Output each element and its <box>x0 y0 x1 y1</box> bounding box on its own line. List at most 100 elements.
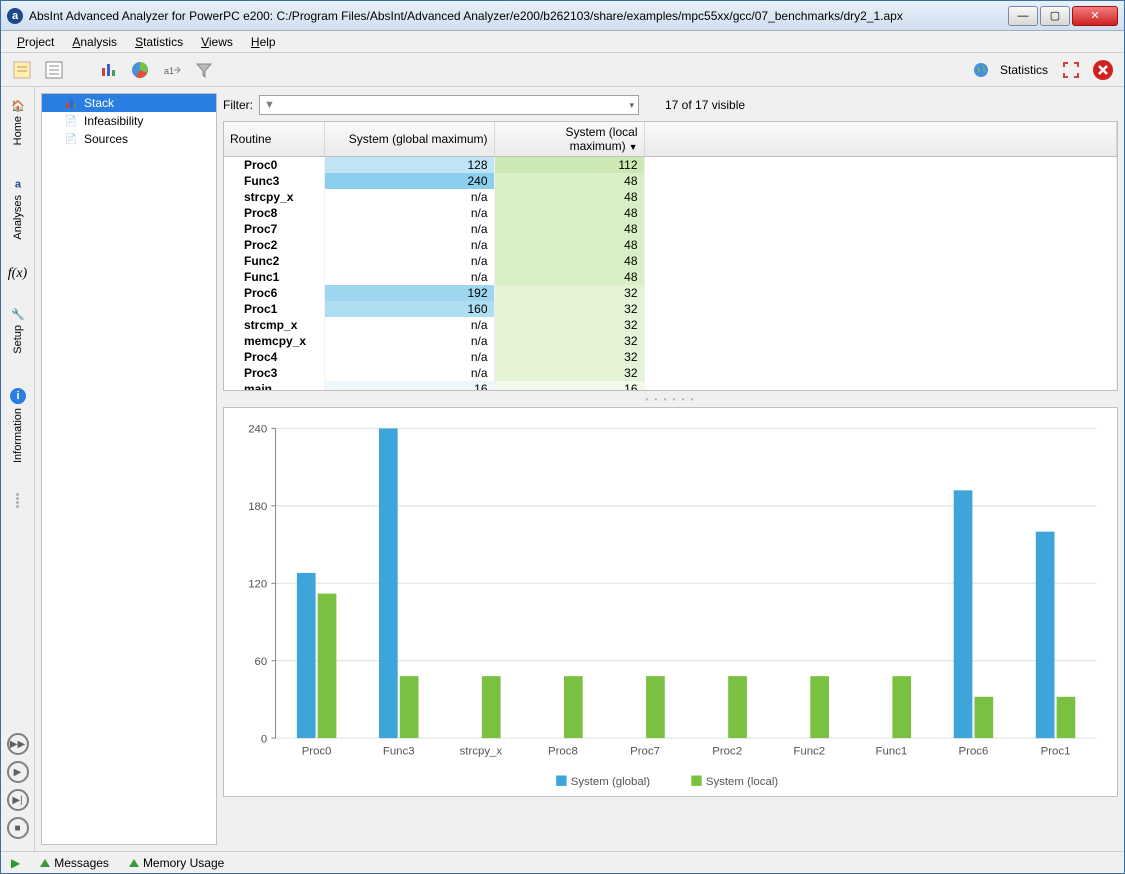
tree-item-stack[interactable]: Stack <box>42 94 216 112</box>
table-row[interactable]: Func2n/a48 <box>224 253 1117 269</box>
funnel-icon: ▼ <box>264 99 275 111</box>
filter-input[interactable] <box>279 98 630 112</box>
table-row[interactable]: Proc2n/a48 <box>224 237 1117 253</box>
cell-routine: Proc1 <box>224 301 324 317</box>
svg-text:Proc6: Proc6 <box>959 746 989 758</box>
toolbar-close-icon[interactable] <box>1090 57 1116 83</box>
cell-routine: Proc2 <box>224 237 324 253</box>
filter-combo[interactable]: ▼ ▾ <box>259 95 639 115</box>
table-row[interactable]: main1616 <box>224 381 1117 391</box>
col-global[interactable]: System (global maximum) <box>324 122 494 157</box>
triangle-icon <box>40 859 50 867</box>
cell-local: 32 <box>494 301 644 317</box>
visible-count: 17 of 17 visible <box>665 98 745 112</box>
cell-global: 192 <box>324 285 494 301</box>
cell-global: n/a <box>324 253 494 269</box>
tree-label: Stack <box>84 96 114 110</box>
table-row[interactable]: Proc3n/a32 <box>224 365 1117 381</box>
chevron-down-icon[interactable]: ▾ <box>629 100 634 111</box>
menu-analysis[interactable]: Analysis <box>64 33 125 51</box>
svg-text:0: 0 <box>261 733 267 745</box>
play-button[interactable]: ▶ <box>7 761 29 783</box>
run-icon[interactable]: ▶ <box>11 856 20 870</box>
status-memory[interactable]: Memory Usage <box>129 856 224 870</box>
cell-global: n/a <box>324 365 494 381</box>
cell-local: 32 <box>494 333 644 349</box>
cell-local: 32 <box>494 317 644 333</box>
col-routine[interactable]: Routine <box>224 122 324 157</box>
table-row[interactable]: Func1n/a48 <box>224 269 1117 285</box>
triangle-icon <box>129 859 139 867</box>
cell-routine: Proc6 <box>224 285 324 301</box>
cell-local: 48 <box>494 205 644 221</box>
toolbar-filter-icon[interactable] <box>191 57 217 83</box>
cell-local: 112 <box>494 157 644 174</box>
bar-chart: 060120180240Proc0Func3strcpy_xProc8Proc7… <box>234 418 1107 792</box>
menu-help[interactable]: Help <box>243 33 284 51</box>
table-row[interactable]: Proc619232 <box>224 285 1117 301</box>
vtab-analyses[interactable]: Analysesa <box>10 171 26 248</box>
svg-text:Proc8: Proc8 <box>548 746 578 758</box>
svg-text:System (global): System (global) <box>571 776 651 788</box>
vtab-setup[interactable]: Setup🔧 <box>9 300 27 362</box>
cell-global: n/a <box>324 237 494 253</box>
cell-routine: Func2 <box>224 253 324 269</box>
table-row[interactable]: Proc0128112 <box>224 157 1117 174</box>
left-sidebar: Home🏠 Analysesa f(x) Setup🔧 Informationi… <box>1 87 35 851</box>
toolbar-export-icon[interactable]: a1 <box>159 57 185 83</box>
minimize-button[interactable]: — <box>1008 6 1038 26</box>
toolbar-barchart-icon[interactable] <box>95 57 121 83</box>
svg-text:System (local): System (local) <box>706 776 779 788</box>
tree-panel: Stack 📄Infeasibility 📄Sources <box>41 93 217 845</box>
sidebar-grip[interactable] <box>16 493 19 508</box>
vtab-home[interactable]: Home🏠 <box>9 91 27 153</box>
menu-statistics[interactable]: Statistics <box>127 33 191 51</box>
play-fast-button[interactable]: ▶▶ <box>7 733 29 755</box>
cell-routine: Proc4 <box>224 349 324 365</box>
svg-text:Func2: Func2 <box>793 746 825 758</box>
menu-project[interactable]: Project <box>9 33 62 51</box>
table-row[interactable]: Proc8n/a48 <box>224 205 1117 221</box>
cell-global: 16 <box>324 381 494 391</box>
toolbar-fullscreen-icon[interactable] <box>1058 57 1084 83</box>
table-row[interactable]: Func324048 <box>224 173 1117 189</box>
play-step-button[interactable]: ▶| <box>7 789 29 811</box>
chart-panel: 060120180240Proc0Func3strcpy_xProc8Proc7… <box>223 407 1118 797</box>
tree-item-sources[interactable]: 📄Sources <box>42 130 216 148</box>
svg-text:60: 60 <box>255 656 268 668</box>
cell-local: 48 <box>494 237 644 253</box>
toolbar-btn-2[interactable] <box>41 57 67 83</box>
cell-global: n/a <box>324 269 494 285</box>
toolbar-btn-1[interactable] <box>9 57 35 83</box>
toolbar: a1 Statistics <box>1 53 1124 87</box>
maximize-button[interactable]: ▢ <box>1040 6 1070 26</box>
cell-local: 48 <box>494 173 644 189</box>
horizontal-splitter[interactable]: • • • • • • <box>223 395 1118 403</box>
status-messages[interactable]: Messages <box>40 856 109 870</box>
table-row[interactable]: Proc116032 <box>224 301 1117 317</box>
table-row[interactable]: memcpy_xn/a32 <box>224 333 1117 349</box>
fx-icon[interactable]: f(x) <box>8 266 27 282</box>
statistics-label[interactable]: Statistics <box>1000 63 1048 77</box>
cell-routine: Proc8 <box>224 205 324 221</box>
table-row[interactable]: Proc7n/a48 <box>224 221 1117 237</box>
table-row[interactable]: strcmp_xn/a32 <box>224 317 1117 333</box>
tree-label: Infeasibility <box>84 114 143 128</box>
cell-routine: Func3 <box>224 173 324 189</box>
cell-global: 128 <box>324 157 494 174</box>
tree-item-infeasibility[interactable]: 📄Infeasibility <box>42 112 216 130</box>
stop-button[interactable]: ■ <box>7 817 29 839</box>
toolbar-piechart-icon[interactable] <box>127 57 153 83</box>
col-local[interactable]: System (local maximum)▼ <box>494 122 644 157</box>
close-button[interactable]: ✕ <box>1072 6 1118 26</box>
svg-text:180: 180 <box>248 501 267 513</box>
menu-views[interactable]: Views <box>193 33 241 51</box>
svg-text:120: 120 <box>248 578 267 590</box>
svg-text:a1: a1 <box>164 66 174 76</box>
table-row[interactable]: strcpy_xn/a48 <box>224 189 1117 205</box>
statusbar: ▶ Messages Memory Usage <box>1 851 1124 873</box>
vtab-information[interactable]: Informationi <box>8 380 28 471</box>
results-table: Routine System (global maximum) System (… <box>223 121 1118 391</box>
cell-global: 240 <box>324 173 494 189</box>
table-row[interactable]: Proc4n/a32 <box>224 349 1117 365</box>
